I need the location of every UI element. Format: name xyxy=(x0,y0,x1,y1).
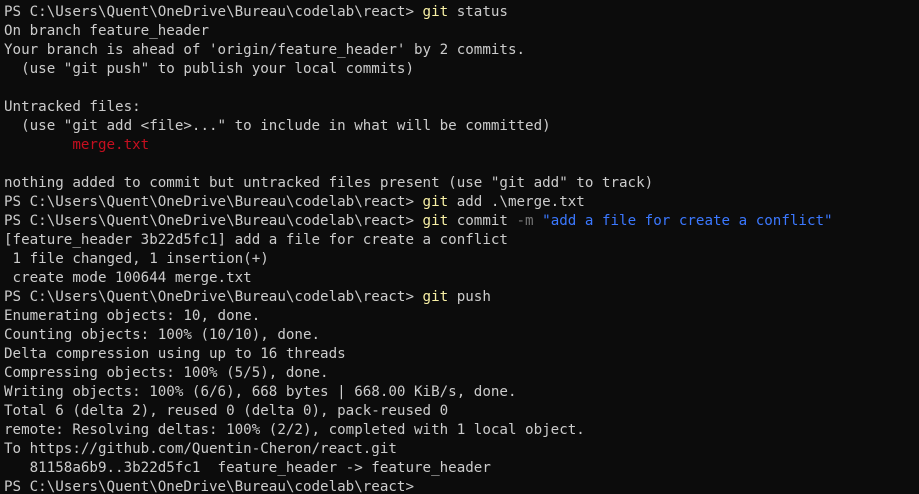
commit-message: "add a file for create a conflict" xyxy=(542,213,833,229)
command-name: git xyxy=(422,4,449,20)
prompt: PS C:\Users\Quent\OneDrive\Bureau\codela… xyxy=(4,479,423,494)
prompt: PS C:\Users\Quent\OneDrive\Bureau\codela… xyxy=(4,194,423,210)
output-line: remote: Resolving deltas: 100% (2/2), co… xyxy=(4,422,585,438)
command-line: PS C:\Users\Quent\OneDrive\Bureau\codela… xyxy=(4,212,919,231)
output-line: [feature_header 3b22d5fc1] add a file fo… xyxy=(4,232,508,248)
output-line: merge.txt xyxy=(4,136,919,155)
command-args: push xyxy=(448,289,491,305)
prompt: PS C:\Users\Quent\OneDrive\Bureau\codela… xyxy=(4,4,423,20)
command-flag: -m xyxy=(516,213,534,229)
output-line: 1 file changed, 1 insertion(+) xyxy=(4,251,269,267)
command-args: add .\merge.txt xyxy=(448,194,585,210)
command-name: git xyxy=(422,194,449,210)
prompt: PS C:\Users\Quent\OneDrive\Bureau\codela… xyxy=(4,213,423,229)
command-line: PS C:\Users\Quent\OneDrive\Bureau\codela… xyxy=(4,288,919,307)
prompt: PS C:\Users\Quent\OneDrive\Bureau\codela… xyxy=(4,289,423,305)
output-line: Delta compression using up to 16 threads xyxy=(4,346,346,362)
output-line: Untracked files: xyxy=(4,99,141,115)
output-line: create mode 100644 merge.txt xyxy=(4,270,252,286)
output-line: Writing objects: 100% (6/6), 668 bytes |… xyxy=(4,384,517,400)
output-line: Enumerating objects: 10, done. xyxy=(4,308,261,324)
command-name: git xyxy=(422,289,449,305)
command-args: commit xyxy=(448,213,517,229)
output-line: To https://github.com/Quentin-Cheron/rea… xyxy=(4,441,397,457)
output-line: Your branch is ahead of 'origin/feature_… xyxy=(4,42,526,58)
output-line: Compressing objects: 100% (5/5), done. xyxy=(4,365,329,381)
command-space xyxy=(534,213,543,229)
command-line: PS C:\Users\Quent\OneDrive\Bureau\codela… xyxy=(4,3,919,22)
command-line: PS C:\Users\Quent\OneDrive\Bureau\codela… xyxy=(4,193,919,212)
output-line: Counting objects: 100% (10/10), done. xyxy=(4,327,321,343)
untracked-file: merge.txt xyxy=(72,137,150,153)
output-line: nothing added to commit but untracked fi… xyxy=(4,175,654,191)
output-line: (use "git add <file>..." to include in w… xyxy=(4,118,551,134)
command-args: status xyxy=(448,4,508,20)
output-line: (use "git push" to publish your local co… xyxy=(4,61,414,77)
terminal-window[interactable]: PS C:\Users\Quent\OneDrive\Bureau\codela… xyxy=(0,0,919,494)
command-line-active[interactable]: PS C:\Users\Quent\OneDrive\Bureau\codela… xyxy=(4,478,919,494)
output-line: On branch feature_header xyxy=(4,23,209,39)
output-line: Total 6 (delta 2), reused 0 (delta 0), p… xyxy=(4,403,449,419)
output-line: 81158a6b9..3b22d5fc1 feature_header -> f… xyxy=(4,460,491,476)
command-name: git xyxy=(422,213,449,229)
